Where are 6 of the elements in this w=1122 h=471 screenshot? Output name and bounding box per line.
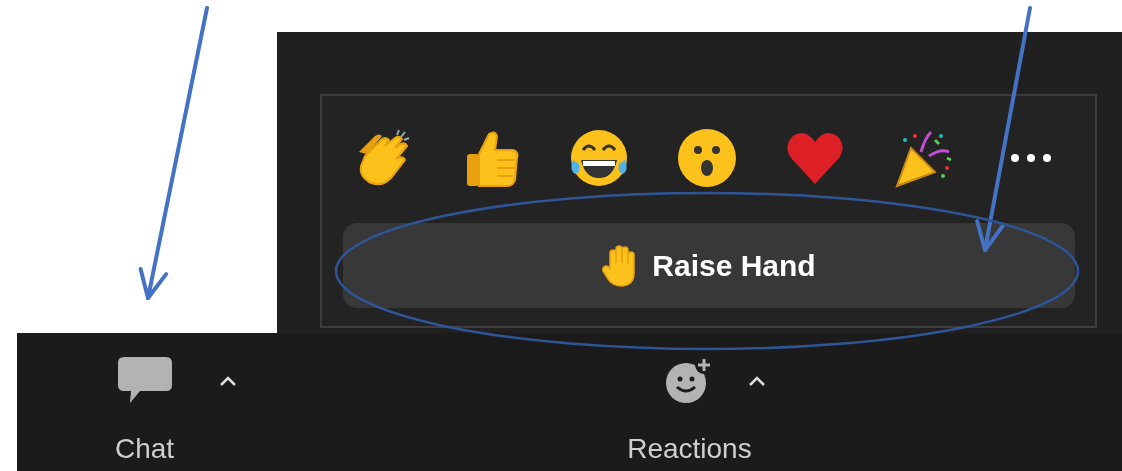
caret-icon[interactable] — [747, 375, 766, 387]
surprised-face-reaction-icon[interactable] — [675, 126, 739, 190]
reactions-button-label[interactable]: Reactions — [627, 433, 752, 465]
raise-hand-button[interactable]: Raise Hand — [343, 223, 1075, 308]
chat-button-label[interactable]: Chat — [115, 433, 175, 465]
caret-icon[interactable] — [219, 375, 238, 387]
